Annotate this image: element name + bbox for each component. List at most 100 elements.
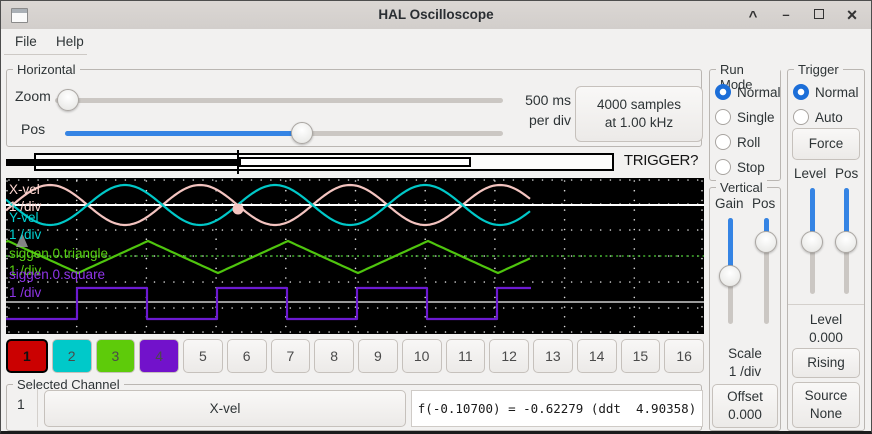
channel-label-name: X-vel (9, 182, 40, 197)
channel-button-5[interactable]: 5 (183, 339, 223, 373)
channel-button-10[interactable]: 10 (402, 339, 442, 373)
radio-label: Normal (737, 85, 781, 100)
channel-button-row: 12345678910111213141516 (6, 339, 704, 373)
radio-label: Roll (737, 135, 760, 150)
channel-button-3[interactable]: 3 (96, 339, 136, 373)
channel-button-9[interactable]: 9 (358, 339, 398, 373)
channel-label-name: siggen.0.square (9, 267, 105, 282)
radio-unselected-icon[interactable] (715, 159, 731, 175)
titlebar: HAL Oscilloscope ^ – × (1, 1, 871, 30)
sample-marker (233, 204, 244, 215)
pos-slider-fill (65, 131, 302, 136)
minimize-icon[interactable]: – (779, 1, 793, 29)
channel-button-12[interactable]: 12 (489, 339, 529, 373)
gain-label: Gain (715, 196, 744, 211)
close-icon[interactable]: × (845, 1, 859, 29)
samples-button[interactable]: 4000 samples at 1.00 kHz (575, 86, 703, 142)
radio-unselected-icon[interactable] (715, 134, 731, 150)
channel-button-11[interactable]: 11 (446, 339, 486, 373)
menu-item-file[interactable]: File (9, 29, 43, 55)
channel-label-scale: 1 /div (9, 285, 42, 300)
channel-button-1[interactable]: 1 (6, 339, 48, 373)
level-value: 0.000 (788, 330, 864, 345)
channel-name-button[interactable]: X-vel (44, 390, 406, 427)
channel-button-4[interactable]: 4 (139, 339, 179, 373)
run-mode-panel: Run Mode NormalSingleRollStop (709, 69, 781, 181)
offset-label: Offset (727, 388, 763, 406)
radio-label: Stop (737, 160, 765, 175)
radio-selected-icon[interactable] (793, 84, 809, 100)
force-button[interactable]: Force (792, 128, 860, 160)
radio-roll[interactable]: Roll (715, 132, 760, 152)
zoom-label: Zoom (15, 88, 51, 104)
rate-unit: per div (497, 110, 571, 130)
radio-auto[interactable]: Auto (793, 107, 843, 127)
level-caption: Level (788, 312, 864, 327)
channel-label-name: Y-vel (9, 210, 39, 225)
trigger-panel: Trigger NormalAuto Force Level Pos Level… (787, 69, 865, 431)
channel-button-16[interactable]: 16 (664, 339, 704, 373)
samples-line1: 4000 samples (597, 96, 681, 114)
horizontal-legend: Horizontal (13, 62, 80, 77)
separator (788, 304, 864, 305)
menubar-underline (4, 54, 87, 55)
radio-unselected-icon[interactable] (793, 109, 809, 125)
channel-button-7[interactable]: 7 (271, 339, 311, 373)
radio-normal[interactable]: Normal (715, 82, 781, 102)
pos-slider-handle[interactable] (291, 122, 313, 144)
channel-button-15[interactable]: 15 (621, 339, 661, 373)
separator (37, 389, 38, 427)
edge-button[interactable]: Rising (792, 348, 860, 378)
radio-single[interactable]: Single (715, 107, 775, 127)
radio-label: Auto (815, 110, 843, 125)
radio-normal[interactable]: Normal (793, 82, 859, 102)
radio-label: Normal (815, 85, 859, 100)
vertical-legend: Vertical (716, 180, 767, 195)
zoom-slider[interactable] (55, 98, 503, 103)
menu-item-help[interactable]: Help (50, 29, 90, 55)
channel-value-readout: f(-0.10700) = -0.62279 (ddt 4.90358) (411, 390, 703, 427)
level-slider-handle[interactable] (801, 231, 823, 253)
selected-channel-number: 1 (17, 396, 25, 412)
channel-button-2[interactable]: 2 (52, 339, 92, 373)
trigger-legend: Trigger (794, 62, 843, 77)
channel-button-13[interactable]: 13 (533, 339, 573, 373)
source-button[interactable]: Source None (792, 382, 860, 428)
offset-value: 0.000 (728, 406, 762, 424)
maximize-icon[interactable] (812, 1, 826, 29)
channel-button-14[interactable]: 14 (577, 339, 617, 373)
shade-icon[interactable]: ^ (746, 3, 760, 31)
source-label: Source (805, 387, 848, 405)
zoom-slider-handle[interactable] (57, 89, 79, 111)
trace-siggen-square (6, 288, 531, 319)
trigger-pos-slider-handle[interactable] (835, 231, 857, 253)
scope-display[interactable]: X-vel1 /divY-vel1 /divsiggen.0.triangle1… (6, 178, 704, 334)
pretrigger-fill (6, 159, 239, 166)
radio-stop[interactable]: Stop (715, 157, 765, 177)
radio-selected-icon[interactable] (715, 84, 731, 100)
selected-channel-panel: Selected Channel 1 X-vel f(-0.10700) = -… (6, 384, 702, 431)
channel-button-6[interactable]: 6 (227, 339, 267, 373)
record-window-indicator (239, 157, 471, 167)
window-title: HAL Oscilloscope (1, 1, 871, 29)
vertical-pos-slider-handle[interactable] (755, 231, 777, 253)
pos-label: Pos (21, 121, 45, 137)
horizontal-panel: Horizontal Zoom Pos 500 ms per div 4000 … (6, 69, 702, 147)
trigger-status-label: TRIGGER? (619, 152, 703, 169)
channel-button-8[interactable]: 8 (314, 339, 354, 373)
gain-slider-handle[interactable] (719, 265, 741, 287)
trigger-pos-label: Pos (835, 166, 858, 181)
trigger-point-tick (237, 150, 239, 174)
menubar: File Help (1, 29, 871, 55)
offset-button[interactable]: Offset 0.000 (712, 384, 778, 428)
scope-graticule: X-vel1 /divY-vel1 /divsiggen.0.triangle1… (6, 178, 704, 334)
source-value: None (810, 405, 842, 423)
radio-unselected-icon[interactable] (715, 109, 731, 125)
sample-rate-text: 500 ms per div (497, 90, 571, 130)
channel-label-name: siggen.0.triangle (9, 246, 108, 261)
hal-oscilloscope-window: HAL Oscilloscope ^ – × File Help Horizon… (0, 0, 872, 434)
level-label: Level (794, 166, 826, 181)
scale-value: 1 /div (710, 364, 780, 379)
vertical-panel: Vertical Gain Pos Scale 1 /div Offset 0.… (709, 187, 781, 431)
window-controls: ^ – × (746, 1, 859, 29)
